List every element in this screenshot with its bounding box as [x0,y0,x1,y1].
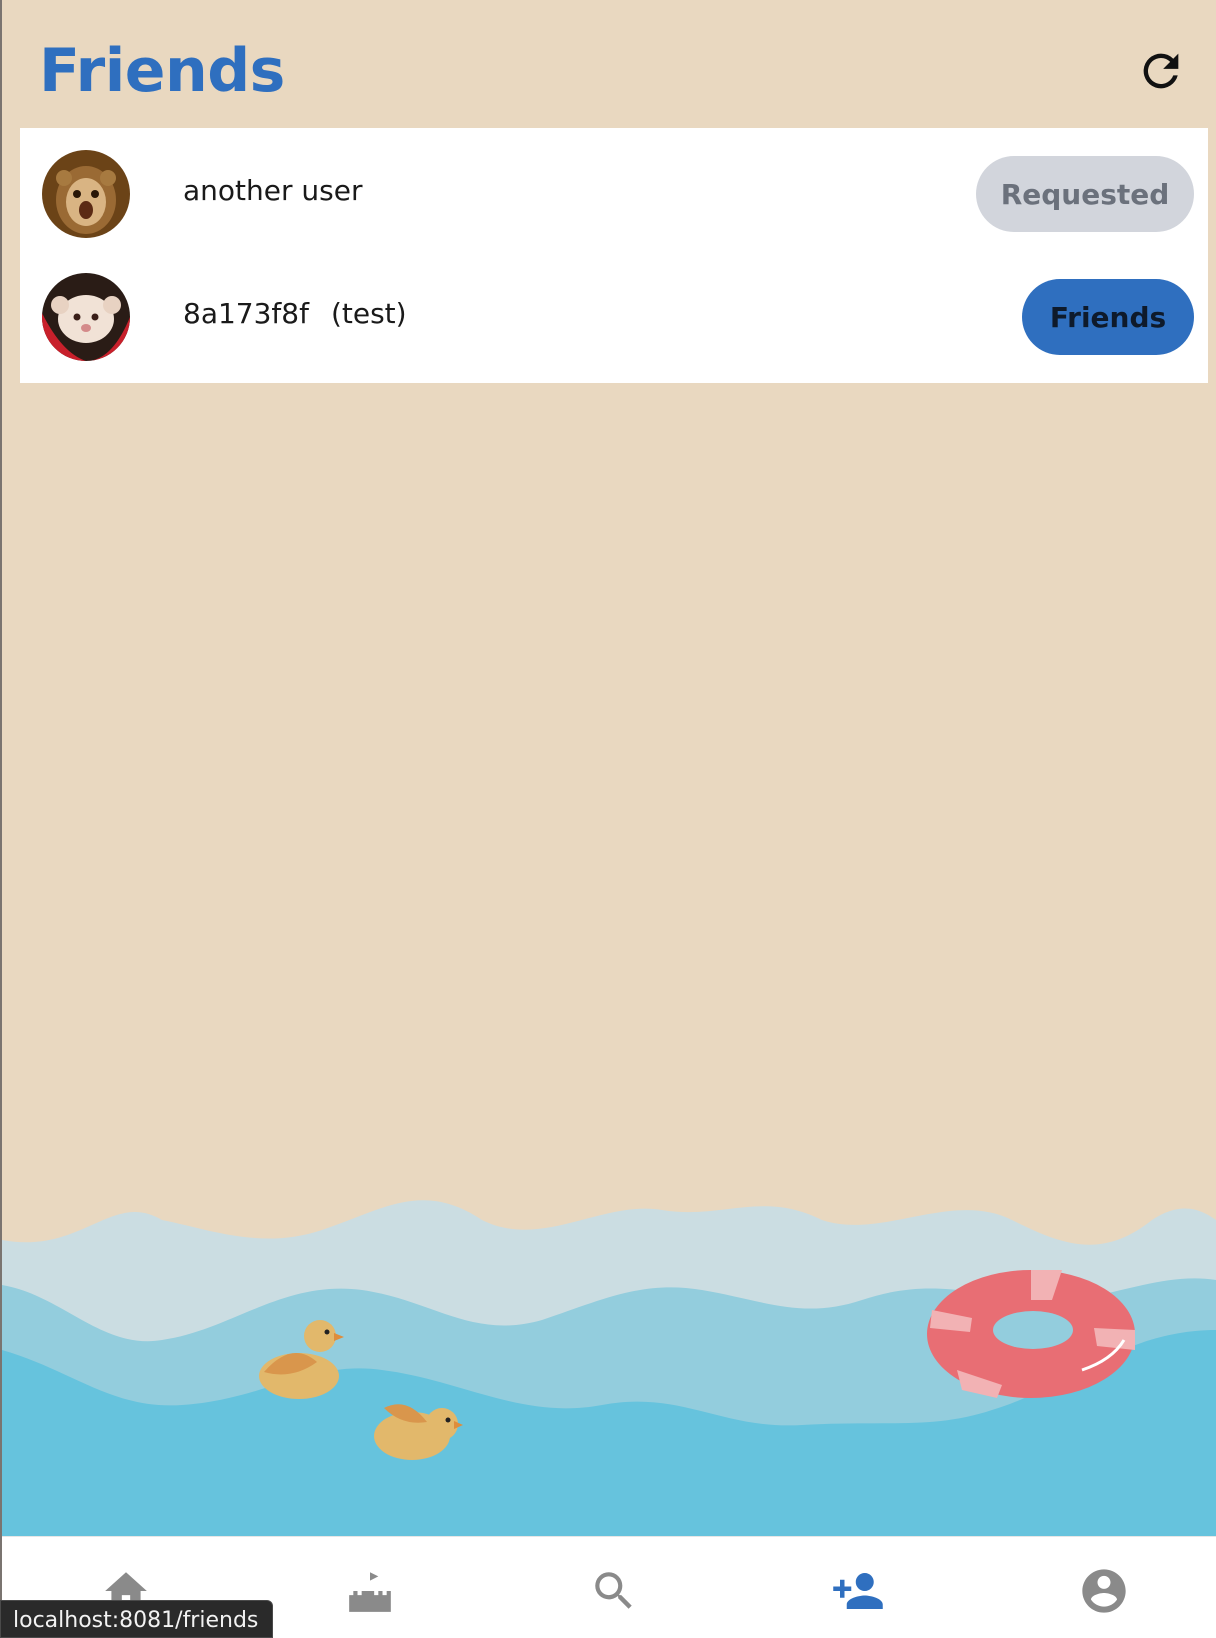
add-friend-icon [833,1573,883,1609]
life-ring-decoration [927,1270,1135,1398]
account-icon [1082,1569,1126,1613]
list-item[interactable]: another user Requested [20,128,1208,250]
castle-icon [349,1572,391,1612]
refresh-button[interactable] [1130,40,1192,102]
friends-status-button[interactable]: Friends [1022,279,1194,355]
nav-castle[interactable] [340,1563,400,1619]
friend-nickname: (test) [330,297,407,330]
friend-username: another user [183,174,363,207]
friend-name: another user [183,174,362,207]
friends-list: another user Requested 8a173f8f (test) Fr… [20,128,1208,383]
sea-illustration [2,1200,1216,1538]
search-icon [595,1572,632,1609]
avatar [42,150,130,238]
nav-add-friend[interactable] [828,1563,888,1619]
status-bar-url: localhost:8081/friends [0,1600,274,1638]
avatar [42,273,130,361]
page-title: Friends [39,36,285,106]
friend-name: 8a173f8f (test) [183,297,407,330]
header: Friends [2,0,1216,128]
refresh-icon [1143,53,1179,89]
requested-button[interactable]: Requested [976,156,1194,232]
list-item[interactable]: 8a173f8f (test) Friends [20,251,1208,373]
nav-search[interactable] [584,1563,644,1619]
friend-username: 8a173f8f [183,297,309,330]
nav-account[interactable] [1074,1563,1134,1619]
